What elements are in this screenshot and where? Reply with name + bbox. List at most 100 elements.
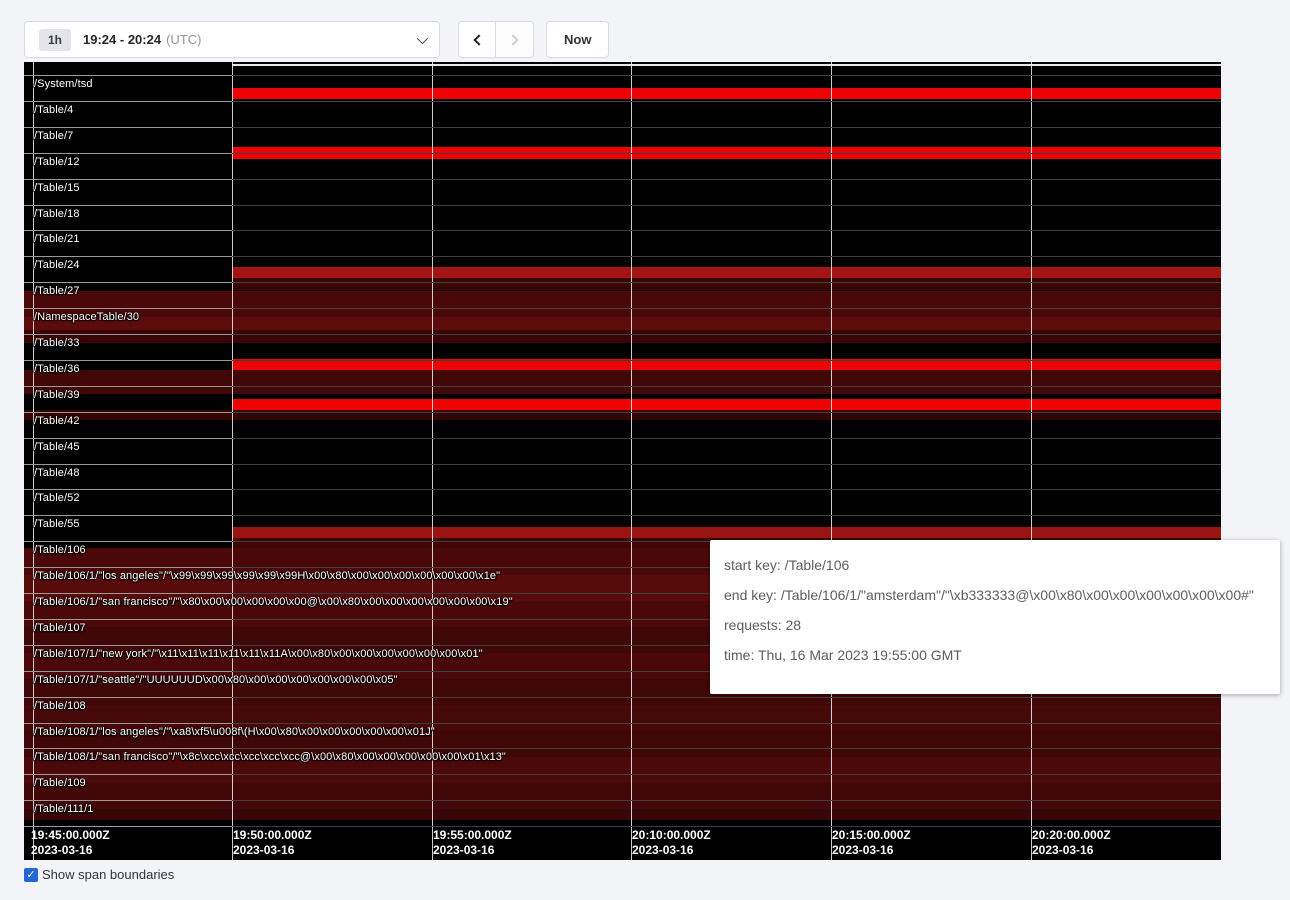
row-label: /Table/55 — [34, 518, 80, 530]
heat-band — [232, 88, 1221, 99]
tick-date: 2023-03-16 — [632, 843, 711, 858]
row-label: /Table/45 — [34, 441, 80, 453]
next-window-button[interactable] — [496, 21, 534, 58]
heatmap-canvas[interactable]: /System/tsd/Table/4/Table/7/Table/12/Tab… — [24, 62, 1221, 860]
row-label: /Table/106 — [34, 544, 86, 556]
time-axis-tick: 19:55:00.000Z2023-03-16 — [433, 828, 512, 858]
time-toolbar: 1h 19:24 - 20:24 (UTC) Now — [24, 21, 609, 58]
heat-band — [24, 809, 1221, 820]
duration-badge: 1h — [39, 29, 71, 51]
row-label: /Table/107 — [34, 622, 86, 634]
tick-date: 2023-03-16 — [233, 843, 312, 858]
tooltip-time: time: Thu, 16 Mar 2023 19:55:00 GMT — [724, 647, 1266, 663]
row-label: /Table/39 — [34, 389, 80, 401]
span-boundary-line — [24, 360, 1221, 361]
chevron-down-icon — [417, 32, 428, 43]
time-nav-group — [458, 21, 534, 58]
span-boundary-line — [24, 748, 1221, 749]
span-boundary-line — [24, 464, 1221, 465]
heat-band — [24, 330, 1221, 343]
row-label: /Table/36 — [34, 363, 80, 375]
span-boundary-line — [24, 800, 1221, 801]
time-gridline — [232, 62, 233, 860]
time-gridline — [631, 62, 632, 860]
heat-band — [232, 278, 1221, 290]
row-label: /Table/7 — [34, 130, 73, 142]
span-boundary-line — [24, 697, 1221, 698]
row-label: /Table/107/1/"new york"/"\x11\x11\x11\x1… — [34, 648, 483, 660]
row-label: /Table/24 — [34, 259, 80, 271]
row-label: /Table/106/1/"los angeles"/"\x99\x99\x99… — [34, 570, 500, 582]
span-boundary-line — [24, 386, 1221, 387]
row-label: /Table/109 — [34, 777, 86, 789]
time-gridline — [831, 62, 832, 860]
time-gridline — [1031, 62, 1032, 860]
row-label: /Table/42 — [34, 415, 80, 427]
now-button[interactable]: Now — [546, 21, 609, 58]
chevron-right-icon — [507, 34, 518, 45]
heat-band — [232, 399, 1221, 410]
heat-band — [24, 291, 1221, 317]
tick-date: 2023-03-16 — [832, 843, 911, 858]
row-label: /Table/108 — [34, 700, 86, 712]
row-label: /Table/18 — [34, 208, 80, 220]
span-boundary-line — [24, 723, 1221, 724]
show-span-boundaries-label: Show span boundaries — [42, 867, 174, 882]
span-boundary-line — [24, 438, 1221, 439]
time-axis-tick: 20:10:00.000Z2023-03-16 — [632, 828, 711, 858]
row-label: /Table/27 — [34, 285, 80, 297]
span-boundary-line — [24, 256, 1221, 257]
tick-date: 2023-03-16 — [433, 843, 512, 858]
heat-band — [24, 317, 1221, 330]
time-gridline — [432, 62, 433, 860]
span-boundary-line — [24, 230, 1221, 231]
row-label: /Table/48 — [34, 467, 80, 479]
time-axis-tick: 19:45:00.000Z2023-03-16 — [31, 828, 110, 858]
row-label: /Table/111/1 — [34, 803, 94, 815]
time-axis-tick: 19:50:00.000Z2023-03-16 — [233, 828, 312, 858]
previous-window-button[interactable] — [458, 21, 496, 58]
tick-time: 20:20:00.000Z — [1032, 828, 1111, 843]
span-boundary-line — [24, 515, 1221, 516]
row-label: /Table/4 — [34, 104, 73, 116]
tick-time: 19:45:00.000Z — [31, 828, 110, 843]
span-boundary-line — [24, 489, 1221, 490]
span-boundary-line — [24, 774, 1221, 775]
span-boundary-line — [24, 179, 1221, 180]
heat-band — [232, 267, 1221, 278]
row-label: /Table/52 — [34, 492, 80, 504]
tooltip-requests: requests: 28 — [724, 617, 1266, 633]
span-boundary-line — [24, 127, 1221, 128]
tick-time: 19:50:00.000Z — [233, 828, 312, 843]
span-boundary-line — [24, 75, 1221, 76]
show-span-boundaries-checkbox[interactable]: ✓ — [24, 868, 38, 882]
row-label: /Table/108/1/"los angeles"/"\xa8\xf5\u00… — [34, 726, 435, 738]
heat-band — [232, 527, 1221, 538]
tick-date: 2023-03-16 — [31, 843, 110, 858]
time-axis-tick: 20:20:00.000Z2023-03-16 — [1032, 828, 1111, 858]
row-label: /Table/21 — [34, 233, 80, 245]
tick-time: 20:10:00.000Z — [632, 828, 711, 843]
span-boundary-line — [24, 205, 1221, 206]
span-boundary-line — [24, 101, 1221, 102]
tick-time: 20:15:00.000Z — [832, 828, 911, 843]
span-boundary-line — [24, 308, 1221, 309]
row-label: /Table/106/1/"san francisco"/"\x80\x00\x… — [34, 596, 513, 608]
row-label: /NamespaceTable/30 — [34, 311, 139, 323]
heat-band — [232, 64, 1221, 66]
heat-band — [24, 370, 1221, 394]
tick-date: 2023-03-16 — [1032, 843, 1111, 858]
tooltip-start-key: start key: /Table/106 — [724, 557, 1266, 573]
tick-time: 19:55:00.000Z — [433, 828, 512, 843]
chevron-left-icon — [473, 34, 484, 45]
span-boundary-line — [24, 826, 1221, 827]
span-boundary-line — [24, 282, 1221, 283]
tooltip-end-key: end key: /Table/106/1/"amsterdam"/"\xb33… — [724, 587, 1266, 603]
row-label: /Table/107/1/"seattle"/"UUUUUUD\x00\x80\… — [34, 674, 398, 686]
row-label: /Table/108/1/"san francisco"/"\x8c\xcc\x… — [34, 751, 506, 763]
row-label: /Table/15 — [34, 182, 80, 194]
time-axis-tick: 20:15:00.000Z2023-03-16 — [832, 828, 911, 858]
time-range-select[interactable]: 1h 19:24 - 20:24 (UTC) — [24, 21, 440, 58]
span-tooltip: start key: /Table/106 end key: /Table/10… — [710, 540, 1280, 694]
time-range-label: 19:24 - 20:24 — [83, 32, 161, 47]
